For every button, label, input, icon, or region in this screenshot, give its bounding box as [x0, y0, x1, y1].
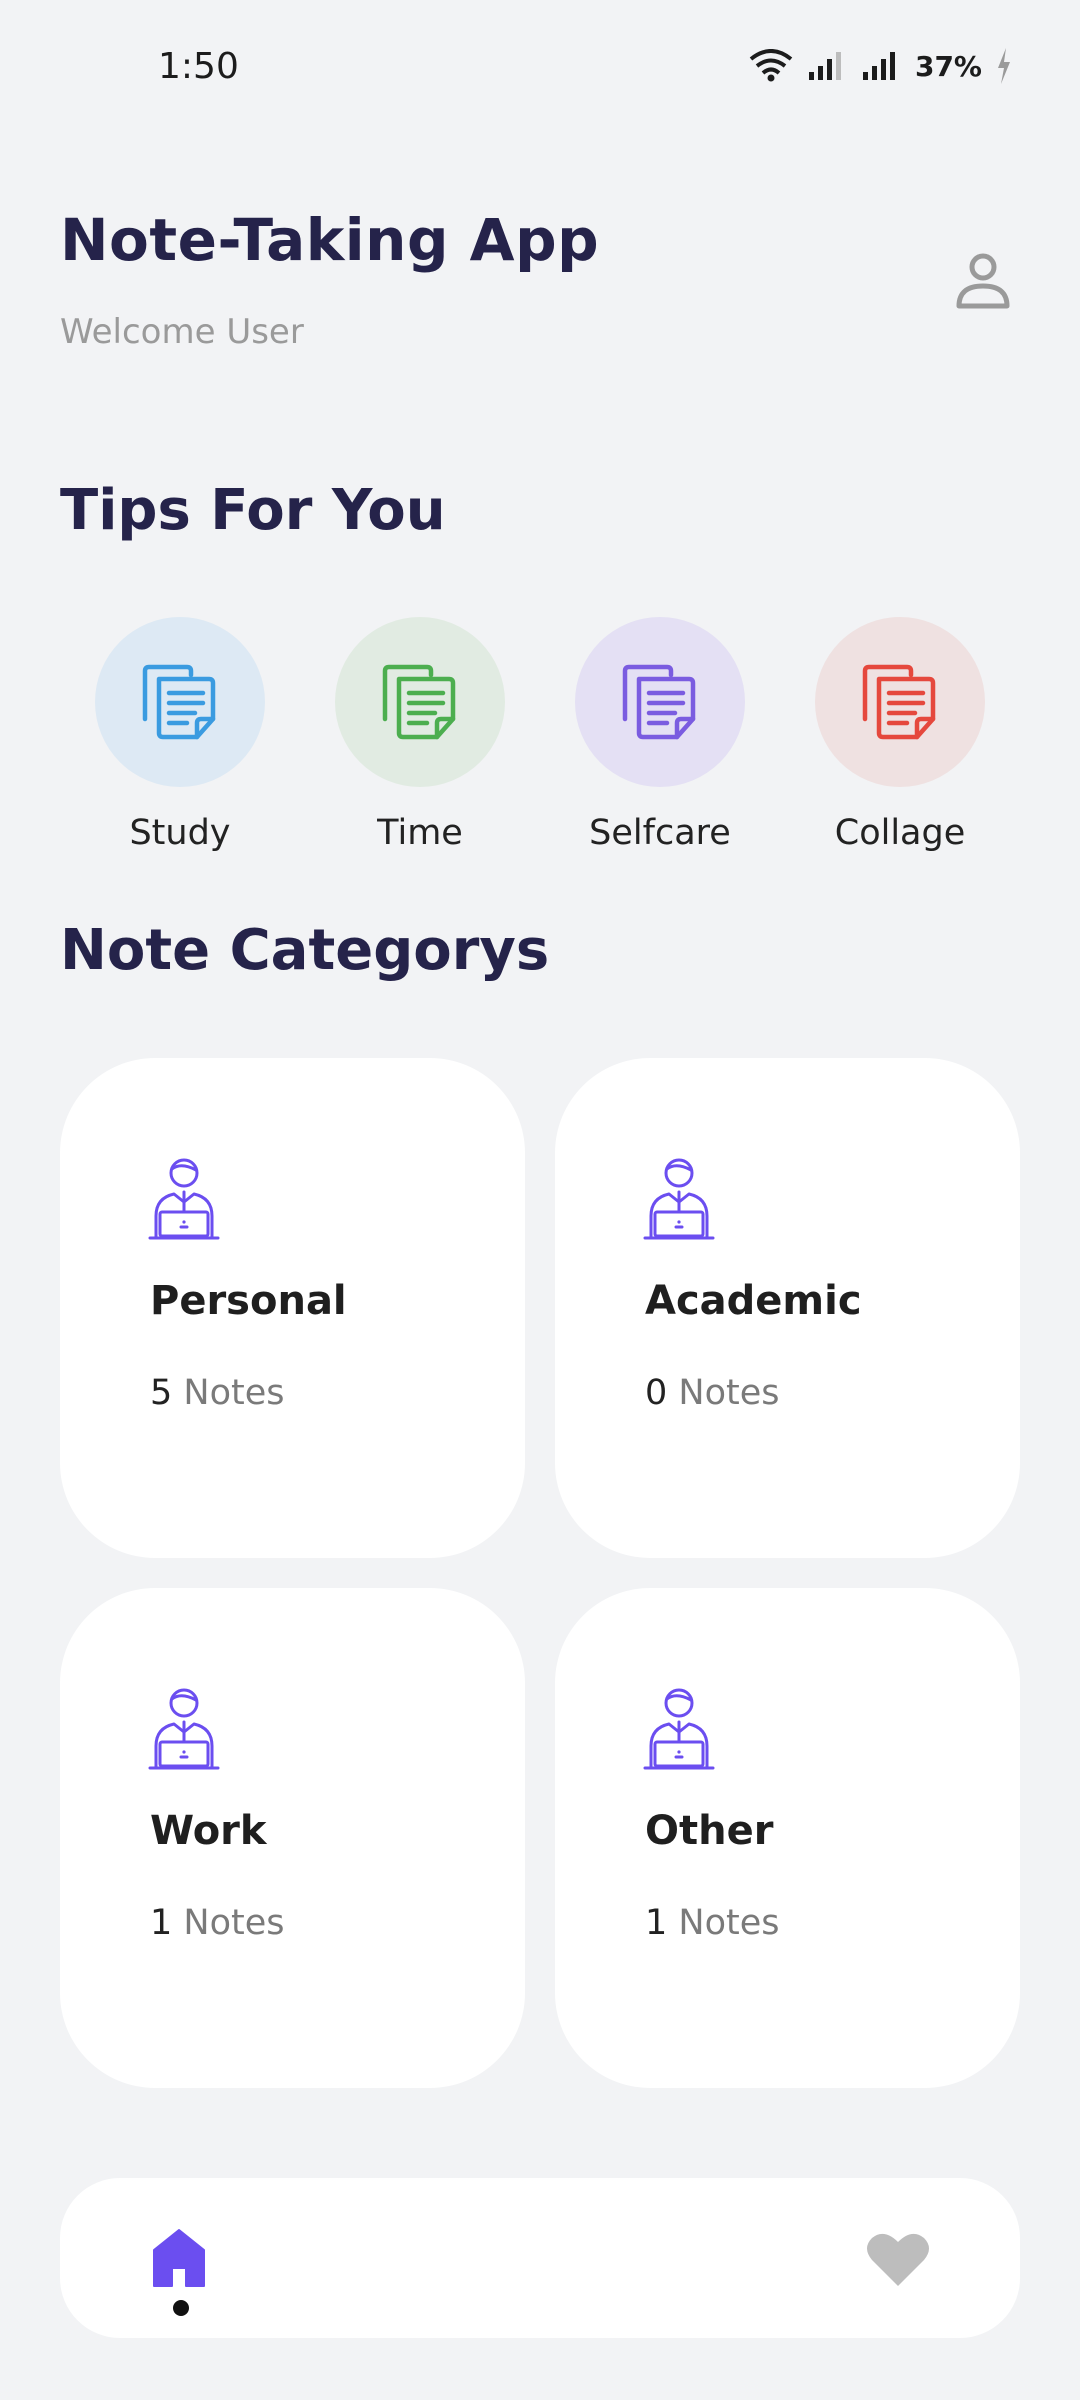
- category-count: 0 Notes: [645, 1373, 780, 1413]
- signal-icon: [808, 52, 841, 80]
- tip-selfcare[interactable]: Selfcare: [575, 617, 745, 853]
- note-count: 5: [150, 1373, 173, 1413]
- home-icon[interactable]: [152, 2228, 206, 2288]
- note-unit: Notes: [183, 1903, 285, 1943]
- note-count: 1: [645, 1903, 668, 1943]
- category-name: Personal: [150, 1278, 347, 1324]
- notes-icon: [862, 664, 936, 740]
- wifi-icon: [749, 49, 793, 82]
- note-count: 0: [645, 1373, 668, 1413]
- category-count: 1 Notes: [150, 1903, 285, 1943]
- tip-study[interactable]: Study: [95, 617, 265, 853]
- tip-label: Selfcare: [589, 813, 731, 853]
- category-count: 5 Notes: [150, 1373, 285, 1413]
- tip-circle: [95, 617, 265, 787]
- tip-time[interactable]: Time: [335, 617, 505, 853]
- notes-icon: [622, 664, 696, 740]
- note-unit: Notes: [678, 1903, 780, 1943]
- person-laptop-icon: [643, 1158, 715, 1240]
- battery-charging-icon: [998, 48, 1010, 84]
- category-count: 1 Notes: [645, 1903, 780, 1943]
- note-count: 1: [150, 1903, 173, 1943]
- category-card-work[interactable]: Work 1 Notes: [60, 1588, 525, 2088]
- category-name: Other: [645, 1808, 774, 1854]
- app-title: Note-Taking App: [60, 206, 600, 274]
- note-unit: Notes: [183, 1373, 285, 1413]
- home-screen: 1:50 37% Note-Taking App Welcome User Ti…: [0, 0, 1080, 2400]
- heart-icon[interactable]: [866, 2230, 930, 2288]
- note-unit: Notes: [678, 1373, 780, 1413]
- category-card-other[interactable]: Other 1 Notes: [555, 1588, 1020, 2088]
- bottom-nav: [60, 2178, 1020, 2338]
- tips-section-title: Tips For You: [60, 478, 446, 543]
- tip-circle: [575, 617, 745, 787]
- tip-circle: [335, 617, 505, 787]
- signal-icon: [862, 52, 895, 80]
- tip-label: Collage: [834, 813, 966, 853]
- active-indicator: [173, 2300, 189, 2316]
- tip-label: Study: [129, 813, 231, 853]
- welcome-text: Welcome User: [60, 312, 304, 352]
- category-name: Work: [150, 1808, 267, 1854]
- category-name: Academic: [645, 1278, 862, 1324]
- category-card-academic[interactable]: Academic 0 Notes: [555, 1058, 1020, 1558]
- categories-section-title: Note Categorys: [60, 918, 550, 983]
- battery-percent: 37%: [914, 49, 982, 83]
- person-icon[interactable]: [955, 250, 1011, 310]
- tip-collage[interactable]: Collage: [815, 617, 985, 853]
- tip-label: Time: [377, 813, 463, 853]
- category-card-personal[interactable]: Personal 5 Notes: [60, 1058, 525, 1558]
- tip-circle: [815, 617, 985, 787]
- notes-icon: [142, 664, 216, 740]
- person-laptop-icon: [148, 1688, 220, 1770]
- person-laptop-icon: [148, 1158, 220, 1240]
- notes-icon: [382, 664, 456, 740]
- status-icons: 37%: [749, 48, 1012, 84]
- person-laptop-icon: [643, 1688, 715, 1770]
- status-time: 1:50: [158, 46, 239, 87]
